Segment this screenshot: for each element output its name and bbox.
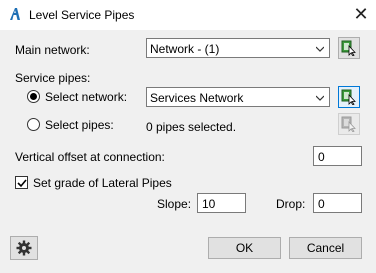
- cancel-button[interactable]: Cancel: [289, 237, 362, 259]
- lateral-grade-checkbox[interactable]: [15, 176, 28, 189]
- settings-button[interactable]: [10, 236, 38, 260]
- title-bar: Level Service Pipes ✕: [0, 0, 376, 30]
- slope-input[interactable]: 10: [197, 193, 246, 213]
- vertical-offset-value: 0: [318, 150, 325, 164]
- service-pipes-label: Service pipes:: [15, 71, 91, 85]
- chevron-down-icon: [316, 46, 324, 52]
- pick-from-drawing-icon: [341, 89, 356, 105]
- main-network-label: Main network:: [15, 43, 90, 57]
- main-network-value: Network - (1): [150, 42, 220, 56]
- vertical-offset-input[interactable]: 0: [313, 146, 362, 166]
- pick-service-network-button[interactable]: [338, 86, 360, 108]
- drop-label: Drop:: [276, 197, 306, 211]
- window-title: Level Service Pipes: [29, 8, 135, 22]
- chevron-down-icon: [316, 95, 324, 101]
- drop-input[interactable]: 0: [313, 193, 362, 213]
- close-icon: ✕: [353, 4, 369, 24]
- pick-main-network-button[interactable]: [338, 37, 360, 59]
- slope-value: 10: [202, 197, 216, 211]
- ok-button[interactable]: OK: [208, 237, 281, 259]
- checkmark-icon: [17, 179, 27, 188]
- slope-label: Slope:: [157, 197, 192, 211]
- pipes-selected-status: 0 pipes selected.: [146, 120, 237, 134]
- gear-icon: [16, 240, 32, 256]
- select-pipes-radio[interactable]: [27, 118, 40, 131]
- vertical-offset-label: Vertical offset at connection:: [15, 150, 165, 164]
- pick-pipes-button[interactable]: [338, 113, 360, 135]
- service-network-value: Services Network: [150, 91, 244, 105]
- close-button[interactable]: ✕: [348, 2, 374, 28]
- select-network-radio[interactable]: [27, 90, 40, 103]
- drop-value: 0: [318, 197, 325, 211]
- select-pipes-label: Select pipes:: [45, 118, 114, 132]
- lateral-grade-label: Set grade of Lateral Pipes: [33, 176, 172, 190]
- select-network-label: Select network:: [45, 90, 128, 104]
- main-network-dropdown[interactable]: Network - (1): [146, 38, 330, 58]
- autocad-a-icon: [10, 8, 20, 20]
- pick-from-drawing-icon: [341, 40, 356, 56]
- pick-from-drawing-icon: [341, 116, 356, 132]
- service-network-dropdown[interactable]: Services Network: [146, 87, 330, 107]
